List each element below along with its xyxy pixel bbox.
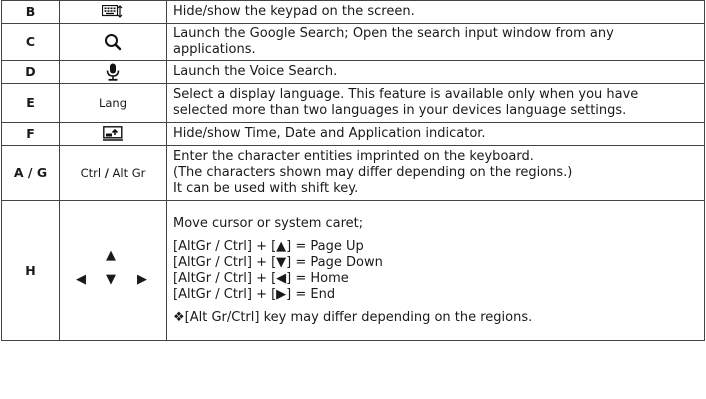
key-label: E <box>1 83 60 123</box>
description: Select a display language. This feature … <box>166 83 705 123</box>
keypad-toggle-icon <box>59 0 167 24</box>
lang-key-label: Lang <box>59 83 167 123</box>
separator: / <box>104 166 109 180</box>
description: Move cursor or system caret; [AltGr / Ct… <box>166 200 705 341</box>
key-label: C <box>1 23 60 61</box>
table-row: A / G Ctrl / Alt Gr Enter the character … <box>1 145 705 201</box>
description: Enter the character entities imprinted o… <box>166 145 705 201</box>
table-row: H ▲ ◀ ▼ ▶ Move cursor or system caret; [… <box>1 200 705 341</box>
description-line: It can be used with shift key. <box>173 181 359 196</box>
description-line: Select a display language. This feature … <box>173 87 639 102</box>
description-line: (The characters shown may differ dependi… <box>173 165 573 180</box>
arrow-up-icon: ▲ <box>106 248 116 263</box>
key-label: A / G <box>1 145 60 201</box>
microphone-icon <box>59 60 167 84</box>
table-row: C Launch the Google Search; Open the sea… <box>1 23 705 61</box>
description-line: [AltGr / Ctrl] + [▶] = End <box>173 286 336 302</box>
description-intro: Move cursor or system caret; <box>173 215 364 231</box>
description-line: selected more than two languages in your… <box>173 103 627 118</box>
table-row: D Launch the Voice Search. <box>1 60 705 84</box>
key-label: D <box>1 60 60 84</box>
description-line: Enter the character entities imprinted o… <box>173 149 534 164</box>
description-line: applications. <box>173 42 256 57</box>
table-row: B Hide/show the keypad on the screen. <box>1 0 705 24</box>
description: Launch the Voice Search. <box>166 60 705 84</box>
ctrl-altgr-key-label: Ctrl / Alt Gr <box>59 145 167 201</box>
arrow-down-icon: ▼ <box>106 272 116 287</box>
arrow-keys-cluster: ▲ ◀ ▼ ▶ <box>68 243 158 293</box>
table-row: F Hide/show Time, Date and Application i… <box>1 122 705 146</box>
altgr-label: Alt Gr <box>112 166 146 180</box>
search-icon <box>59 23 167 61</box>
description: Hide/show the keypad on the screen. <box>166 0 705 24</box>
description-line: [AltGr / Ctrl] + [◀] = Home <box>173 270 349 286</box>
ctrl-label: Ctrl <box>80 166 102 180</box>
arrow-left-icon: ◀ <box>76 272 86 287</box>
description: Launch the Google Search; Open the searc… <box>166 23 705 61</box>
description-line: Launch the Google Search; Open the searc… <box>173 26 614 41</box>
arrow-right-icon: ▶ <box>137 272 147 287</box>
description: Hide/show Time, Date and Application ind… <box>166 122 705 146</box>
description-line: [AltGr / Ctrl] + [▼] = Page Down <box>173 254 383 270</box>
description-line: [AltGr / Ctrl] + [▲] = Page Up <box>173 238 364 254</box>
arrow-keys: ▲ ◀ ▼ ▶ <box>59 200 167 341</box>
description-note: ❖[Alt Gr/Ctrl] key may differ depending … <box>173 309 533 325</box>
key-label: H <box>1 200 60 341</box>
key-label: B <box>1 0 60 24</box>
key-function-table: B Hide/show the keypad on the screen. C <box>1 0 705 341</box>
key-label: F <box>1 122 60 146</box>
table-row: E Lang Select a display language. This f… <box>1 83 705 123</box>
indicator-toggle-icon <box>59 122 167 146</box>
